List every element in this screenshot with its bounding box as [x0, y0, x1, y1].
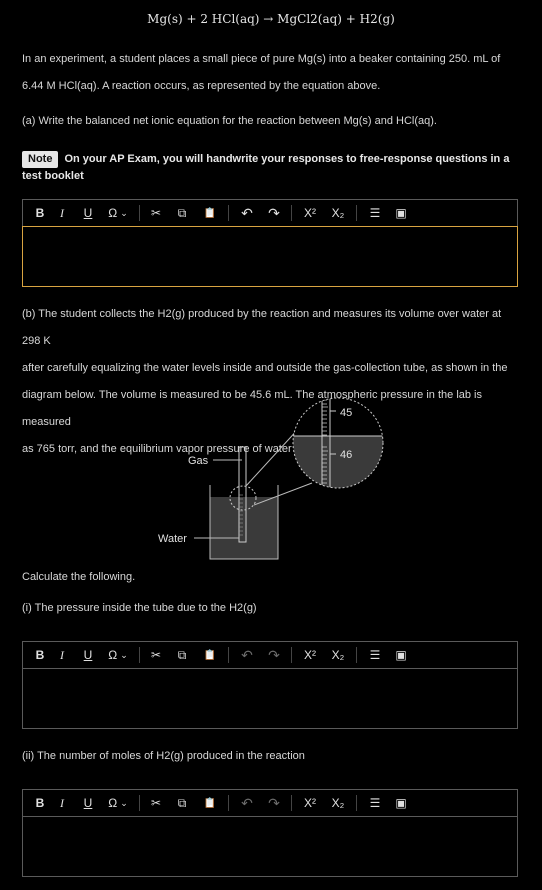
paste-button[interactable]: 📋	[196, 790, 224, 817]
special-character-button[interactable]: Ω ⌄	[101, 790, 135, 817]
superscript-button[interactable]: X²	[296, 642, 324, 669]
part-i-prompt: (i) The pressure inside the tube due to …	[22, 602, 257, 614]
underline-button[interactable]: U	[75, 790, 101, 817]
copy-button[interactable]: ⧉	[168, 642, 196, 669]
insert-image-button[interactable]: ▣	[389, 790, 413, 817]
toolbar-divider	[291, 647, 292, 663]
copy-button[interactable]: ⧉	[168, 790, 196, 817]
copy-button[interactable]: ⧉	[168, 200, 196, 227]
editor-toolbar-a: B I U Ω ⌄ ✂ ⧉ 📋 ↶ ↷ X² X₂ ☰ ▣	[22, 199, 518, 226]
toolbar-divider	[356, 647, 357, 663]
italic-button[interactable]: I	[49, 642, 75, 669]
list-button[interactable]: ☰	[361, 642, 389, 669]
special-character-button[interactable]: Ω ⌄	[101, 200, 135, 227]
response-editor-ii[interactable]	[22, 816, 518, 877]
omega-icon: Ω	[108, 206, 118, 220]
zoom-connector-bottom	[253, 482, 313, 506]
redo-button[interactable]: ↷	[261, 790, 287, 817]
reaction-equation: Mg(s) + 2 HCl(aq) → MgCl2(aq) + H2(g)	[147, 12, 395, 26]
insert-image-button[interactable]: ▣	[389, 200, 413, 227]
toolbar-divider	[228, 205, 229, 221]
toolbar-divider	[139, 647, 140, 663]
underline-button[interactable]: U	[75, 642, 101, 669]
bold-button[interactable]: B	[31, 200, 49, 227]
list-button[interactable]: ☰	[361, 200, 389, 227]
intro-line-1: In an experiment, a student places a sma…	[22, 53, 501, 65]
toolbar-divider	[228, 795, 229, 811]
redo-button[interactable]: ↷	[261, 642, 287, 669]
omega-icon: Ω	[108, 796, 118, 810]
toolbar-divider	[228, 647, 229, 663]
response-editor-a[interactable]	[22, 226, 518, 287]
undo-button[interactable]: ↶	[233, 200, 261, 227]
chevron-down-icon: ⌄	[120, 649, 128, 660]
toolbar-divider	[356, 795, 357, 811]
part-b-line-1: (b) The student collects the H2(g) produ…	[22, 308, 502, 347]
italic-button[interactable]: I	[49, 200, 75, 227]
subscript-button[interactable]: X₂	[324, 642, 352, 669]
note-text: On your AP Exam, you will handwrite your…	[22, 153, 510, 182]
insert-image-button[interactable]: ▣	[389, 642, 413, 669]
gas-label: Gas	[188, 455, 209, 467]
bold-button[interactable]: B	[31, 642, 49, 669]
list-button[interactable]: ☰	[361, 790, 389, 817]
response-editor-i[interactable]	[22, 668, 518, 729]
toolbar-divider	[356, 205, 357, 221]
part-ii-prompt: (ii) The number of moles of H2(g) produc…	[22, 750, 305, 762]
toolbar-divider	[139, 205, 140, 221]
chevron-down-icon: ⌄	[120, 207, 128, 218]
part-a-prompt: (a) Write the balanced net ionic equatio…	[22, 115, 437, 127]
editor-toolbar-ii: B I U Ω ⌄ ✂ ⧉ 📋 ↶ ↷ X² X₂ ☰ ▣	[22, 789, 518, 816]
cut-button[interactable]: ✂	[144, 790, 168, 817]
water-label: Water	[158, 533, 187, 545]
underline-button[interactable]: U	[75, 200, 101, 227]
special-character-button[interactable]: Ω ⌄	[101, 642, 135, 669]
note-badge: Note	[22, 151, 59, 168]
note-banner: Note On your AP Exam, you will handwrite …	[22, 151, 522, 185]
superscript-button[interactable]: X²	[296, 200, 324, 227]
omega-icon: Ω	[108, 648, 118, 662]
tick-label-46: 46	[340, 449, 352, 461]
cut-button[interactable]: ✂	[144, 200, 168, 227]
italic-button[interactable]: I	[49, 790, 75, 817]
paste-button[interactable]: 📋	[196, 642, 224, 669]
toolbar-divider	[139, 795, 140, 811]
part-b-line-2: after carefully equalizing the water lev…	[22, 362, 508, 374]
editor-toolbar-i: B I U Ω ⌄ ✂ ⧉ 📋 ↶ ↷ X² X₂ ☰ ▣	[22, 641, 518, 668]
subscript-button[interactable]: X₂	[324, 790, 352, 817]
subscript-button[interactable]: X₂	[324, 200, 352, 227]
chevron-down-icon: ⌄	[120, 797, 128, 808]
bold-button[interactable]: B	[31, 790, 49, 817]
toolbar-divider	[291, 795, 292, 811]
cut-button[interactable]: ✂	[144, 642, 168, 669]
redo-button[interactable]: ↷	[261, 200, 287, 227]
gas-collection-diagram: 45 46 Gas Water	[158, 397, 384, 560]
tick-label-45: 45	[340, 407, 352, 419]
intro-line-2: 6.44 M HCl(aq). A reaction occurs, as re…	[22, 80, 381, 92]
calculate-prompt: Calculate the following.	[22, 571, 136, 583]
undo-button[interactable]: ↶	[233, 790, 261, 817]
paste-button[interactable]: 📋	[196, 200, 224, 227]
magnified-water	[293, 436, 383, 488]
undo-button[interactable]: ↶	[233, 642, 261, 669]
toolbar-divider	[291, 205, 292, 221]
beaker-water	[210, 497, 278, 559]
superscript-button[interactable]: X²	[296, 790, 324, 817]
intro-paragraph: In an experiment, a student places a sma…	[22, 46, 522, 100]
